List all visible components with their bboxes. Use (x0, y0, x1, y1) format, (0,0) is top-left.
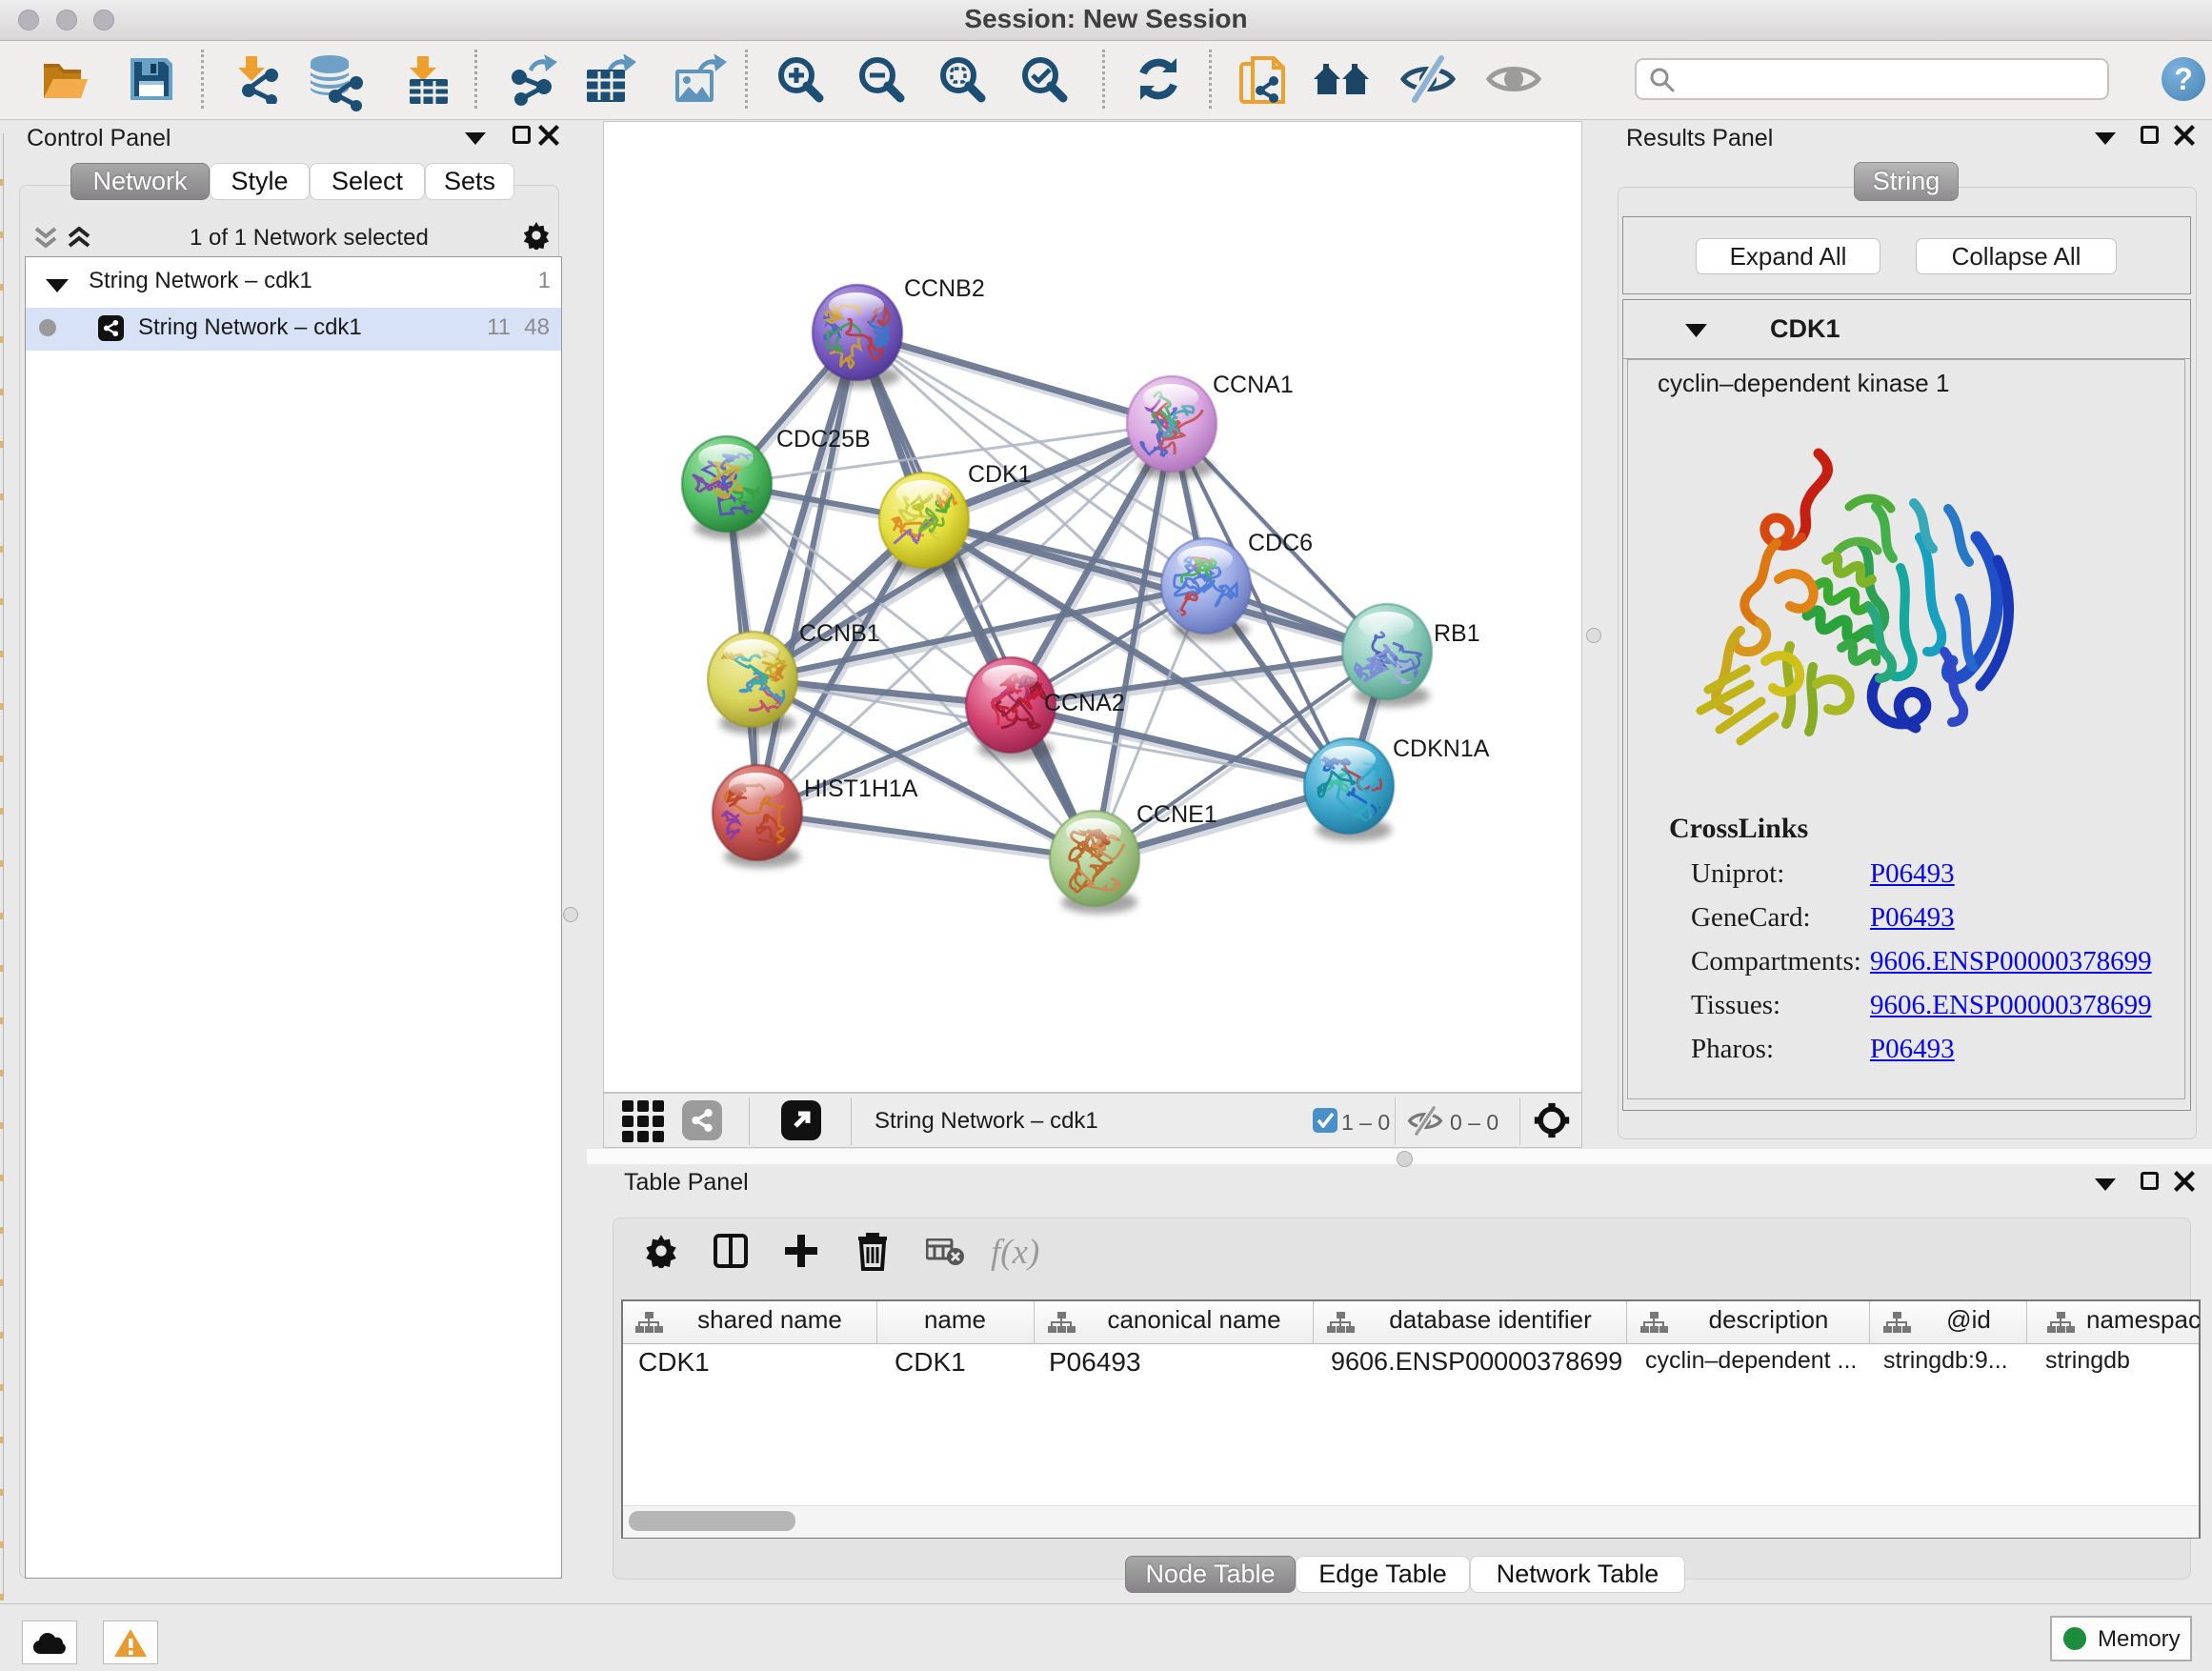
svg-text:HIST1H1A: HIST1H1A (804, 775, 918, 802)
svg-text:CCNB2: CCNB2 (904, 275, 985, 302)
svg-text:CDKN1A: CDKN1A (1393, 735, 1490, 762)
svg-text:RB1: RB1 (1434, 620, 1480, 647)
svg-text:CCNE1: CCNE1 (1136, 801, 1217, 828)
svg-text:CCNB1: CCNB1 (799, 620, 880, 647)
svg-text:CDK1: CDK1 (968, 461, 1032, 488)
svg-text:CDC6: CDC6 (1248, 530, 1313, 556)
svg-text:CDC25B: CDC25B (776, 426, 871, 453)
svg-text:CCNA1: CCNA1 (1213, 372, 1294, 398)
svg-text:CCNA2: CCNA2 (1044, 690, 1125, 716)
